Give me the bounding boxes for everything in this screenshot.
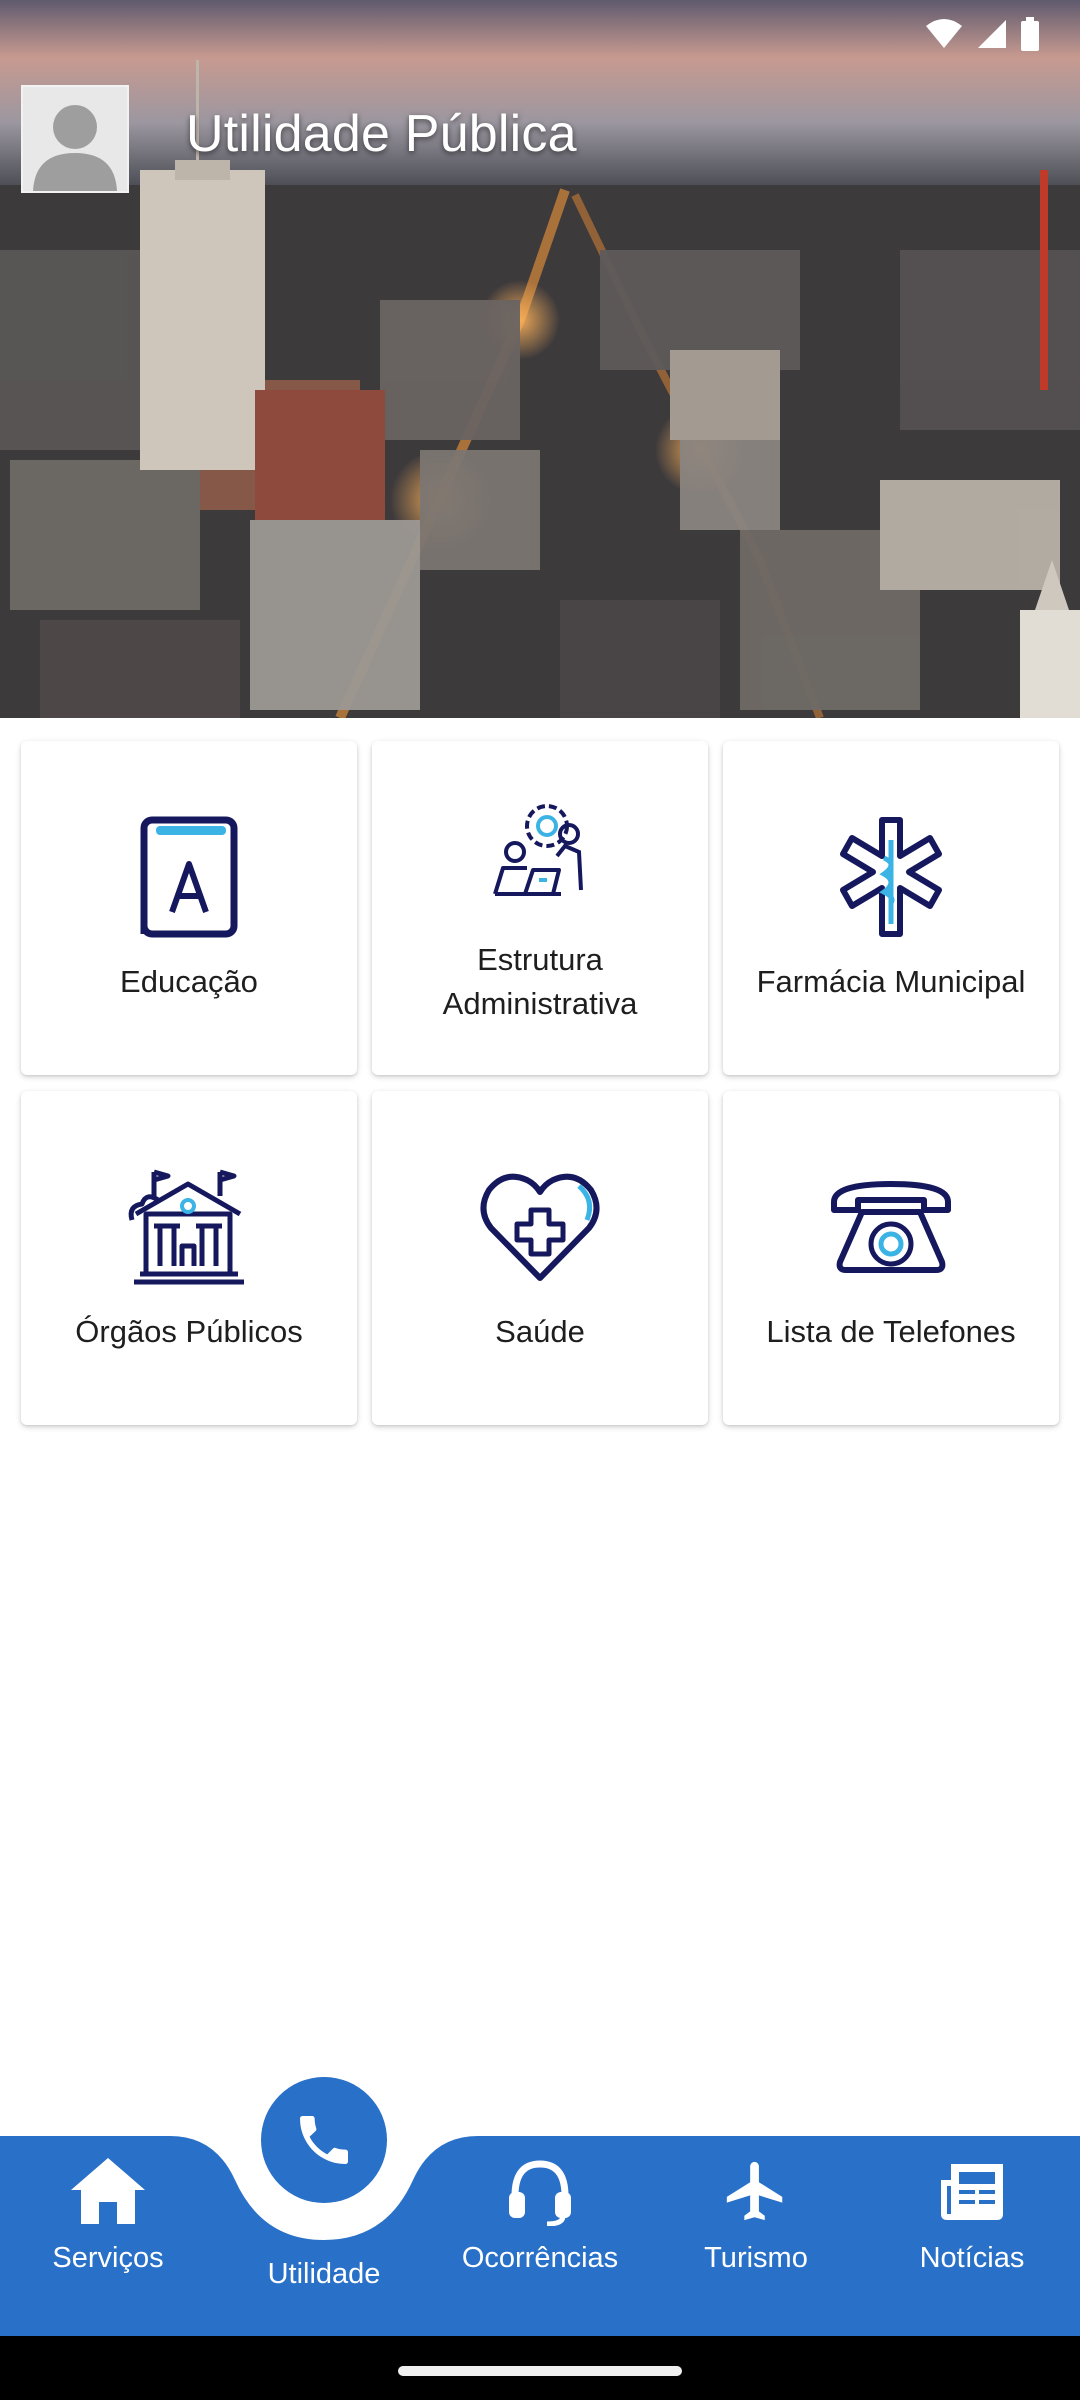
card-label: Estrutura Administrativa — [442, 942, 638, 1021]
page-title: Utilidade Pública — [186, 105, 577, 163]
user-silhouette-icon — [33, 105, 117, 191]
card-lista-de-telefones[interactable]: Lista de Telefones — [723, 1091, 1059, 1425]
admin-structure-icon — [493, 804, 583, 896]
signal-icon — [978, 20, 1006, 48]
avatar[interactable] — [21, 85, 129, 193]
card-label: Lista de Telefones — [766, 1314, 1016, 1349]
nav-label: Utilidade — [267, 2258, 381, 2290]
nav-item-servicos[interactable]: Serviços — [0, 2132, 216, 2332]
airplane-icon — [726, 2161, 783, 2221]
status-bar — [924, 14, 1040, 54]
nav-item-utilidade[interactable]: Utilidade — [216, 2132, 432, 2332]
star-of-life-icon — [840, 817, 942, 937]
card-label: Órgãos Públicos — [75, 1314, 303, 1349]
card-label: Saúde — [495, 1314, 585, 1349]
card-orgaos-publicos[interactable]: Órgãos Públicos — [21, 1091, 357, 1425]
book-icon — [140, 816, 238, 938]
headset-icon — [509, 2160, 571, 2226]
health-heart-icon — [480, 1173, 600, 1281]
home-icon — [71, 2158, 145, 2224]
card-estrutura-administrativa[interactable]: Estrutura Administrativa — [372, 741, 708, 1075]
card-label: Educação — [120, 964, 258, 999]
nav-label: Turismo — [704, 2242, 808, 2274]
nav-label: Ocorrências — [461, 2242, 619, 2274]
nav-item-turismo[interactable]: Turismo — [648, 2132, 864, 2332]
nav-item-noticias[interactable]: Notícias — [864, 2132, 1080, 2332]
home-gesture-handle[interactable] — [398, 2366, 682, 2376]
newspaper-icon — [941, 2164, 1003, 2220]
card-saude[interactable]: Saúde — [372, 1091, 708, 1425]
card-farmacia-municipal[interactable]: Farmácia Municipal — [723, 741, 1059, 1075]
telephone-icon — [831, 1181, 951, 1273]
card-label: Farmácia Municipal — [756, 964, 1026, 999]
nav-label: Serviços — [52, 2242, 164, 2274]
nav-label: Notícias — [919, 2242, 1025, 2274]
public-building-icon — [128, 1169, 244, 1285]
nav-item-ocorrencias[interactable]: Ocorrências — [432, 2132, 648, 2332]
card-educacao[interactable]: Educação — [21, 741, 357, 1075]
header-banner: Utilidade Pública — [0, 0, 1080, 718]
wifi-icon — [926, 19, 962, 48]
battery-icon — [1021, 17, 1039, 51]
